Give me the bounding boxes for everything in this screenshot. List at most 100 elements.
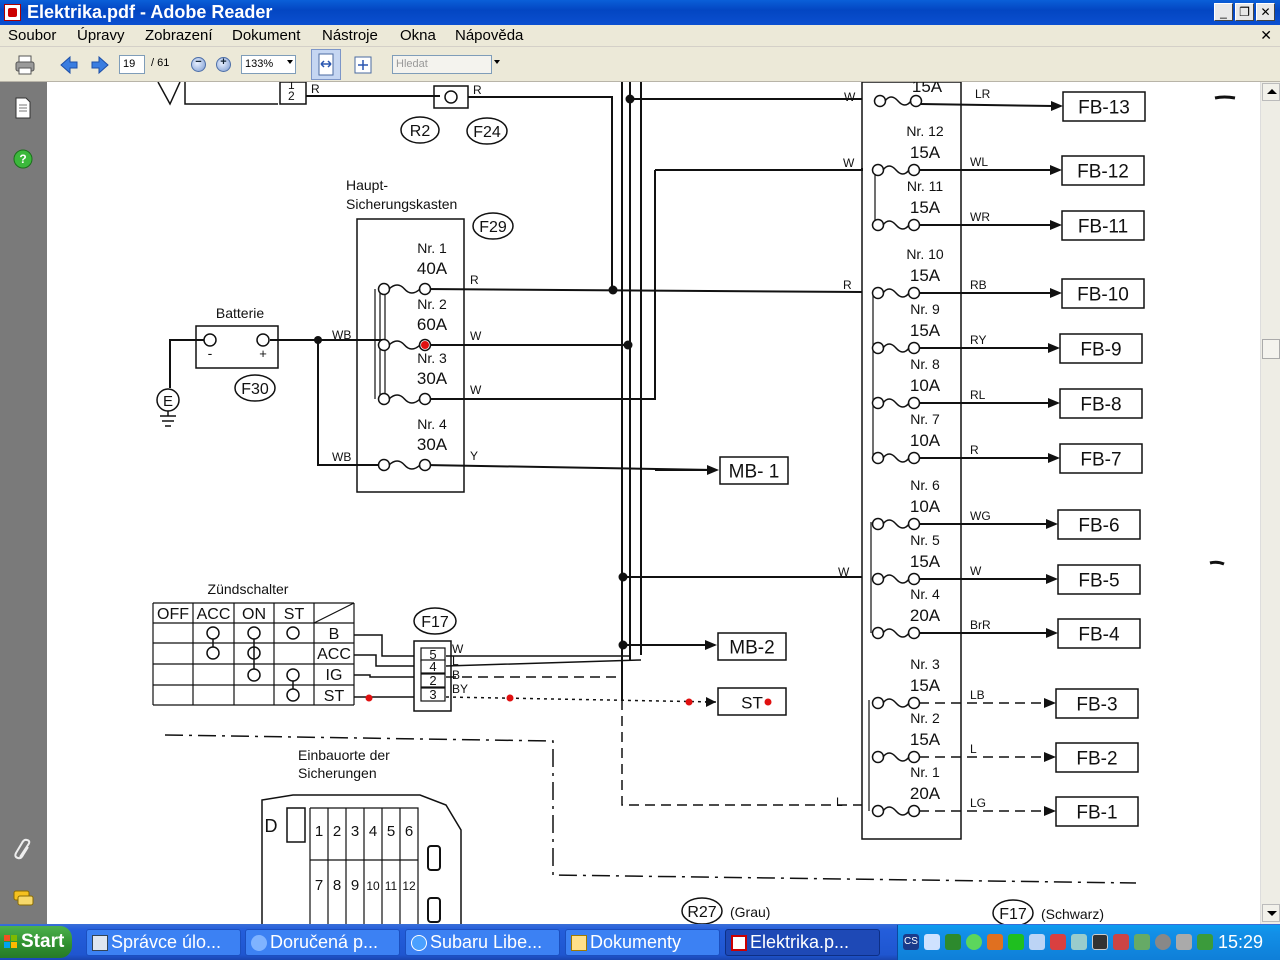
task-elektrika[interactable]: Elektrika.p... [725,929,880,956]
messenger-icon[interactable] [966,934,982,950]
usb-icon[interactable] [1176,934,1192,950]
ground-label: E [163,393,173,410]
toolbar: 19 / 61 − + 133% Hledat [0,47,1280,82]
right-fuse-rating: 15A [910,552,941,571]
bluetooth-icon[interactable] [1071,934,1087,950]
safely-remove-icon[interactable] [1197,934,1213,950]
wire-color-wb: WB [332,450,351,464]
box-fb-2: FB-2 [1076,749,1117,770]
pages-icon[interactable] [12,96,34,120]
f17-pin-number: 3 [429,687,436,702]
scroll-up-button[interactable] [1262,83,1280,101]
menu-soubor[interactable]: Soubor [8,27,56,44]
right-fuse-2-element [882,220,910,230]
volume-icon[interactable] [987,934,1003,950]
right-fuse-3-terminal [871,286,885,300]
fit-width-button[interactable] [311,49,341,80]
f17-pin-wire: L [452,654,459,668]
box-fb-8: FB-8 [1080,395,1121,416]
next-page-icon[interactable] [89,54,111,76]
main-fuse-wire: W [470,329,482,343]
search-tray-icon[interactable] [1029,934,1045,950]
mb1-wire-arrowhead [707,465,719,475]
task-subaru[interactable]: Subaru Libe... [405,929,560,956]
zoom-out-button[interactable]: − [191,56,206,72]
menu-okna[interactable]: Okna [400,27,436,44]
disk-icon[interactable] [1155,934,1171,950]
red-marker [764,698,772,706]
nvidia-icon[interactable] [1134,934,1150,950]
right-fuse-9-terminal [907,626,921,640]
task-label: Správce úlo... [111,932,222,952]
box-st: ST [741,694,763,713]
zoom-dropdown-icon[interactable] [287,60,293,64]
search-input[interactable]: Hledat [392,55,492,74]
print-icon[interactable] [14,54,36,76]
device-icon[interactable] [1092,934,1108,950]
task-dokumenty[interactable]: Dokumenty [565,929,720,956]
page-number-input[interactable]: 19 [119,55,145,74]
search-dropdown-icon[interactable] [494,60,500,64]
minimize-button[interactable]: _ [1214,3,1233,21]
fuse-slot-number: 9 [351,877,359,894]
document-view[interactable]: 2 1 R R R2 F24 15A Haupt- Sicherungskasten F29 Nr.… [47,82,1260,924]
right-fuse-nr: Nr. 1 [910,764,940,780]
help-icon[interactable]: ? [12,148,34,170]
scroll-down-button[interactable] [1262,904,1280,922]
f17-pin-number: 2 [429,673,436,688]
menu-nastroje[interactable]: Nástroje [322,27,378,44]
right-fuse-8-element [882,574,910,584]
right-fuse-3-element [882,288,910,298]
task-label: Doručená p... [270,932,379,952]
connector-f17: F17 [421,614,449,631]
ignition-diagonal [313,602,355,624]
language-indicator[interactable]: CS [903,934,919,950]
document-close-button[interactable]: ✕ [1260,27,1272,44]
scan-mark [1214,95,1236,100]
zoom-in-button[interactable]: + [216,56,231,72]
location-clip [427,845,441,871]
task-spravce-uloh[interactable]: Správce úlo... [86,929,241,956]
mail-icon [251,935,267,951]
right-fuse-rating: 15A [910,198,941,217]
adobe-reader-window: Elektrika.pdf - Adobe Reader _ ❐ ✕ Soubo… [0,0,1280,960]
red-marker [421,341,429,349]
right-fuse-6-terminal [907,451,921,465]
fit-page-icon[interactable] [352,54,374,76]
red-marker [506,694,514,702]
right-fuse-nr: Nr. 5 [910,532,940,548]
main-fuse-wire: W [470,383,482,397]
previous-page-icon[interactable] [58,54,80,76]
right-fuse-output-arrowhead [1044,752,1056,762]
green-tray-icon[interactable] [945,934,961,950]
fuse-slot-number: 12 [402,879,416,893]
pdf-icon [731,935,747,951]
vertical-scrollbar[interactable] [1260,82,1280,924]
right-fuse-10-element [882,698,910,708]
menu-napoveda[interactable]: Nápověda [455,27,523,44]
right-fuse-13-terminal [873,94,887,108]
right-fuse-4-terminal [871,341,885,355]
zoom-level-select[interactable]: 133% [241,55,296,74]
main-fuse-2-terminal [377,338,391,352]
menu-dokument[interactable]: Dokument [232,27,300,44]
start-button[interactable]: Start [0,926,72,958]
right-fuse-13-element [884,96,912,106]
play-icon[interactable] [1008,934,1024,950]
menu-bar: Soubor Úpravy Zobrazení Dokument Nástroj… [0,25,1280,47]
menu-zobrazeni[interactable]: Zobrazení [145,27,213,44]
main-fuse-3-terminal [377,392,391,406]
attachments-icon[interactable] [12,837,34,861]
network-icon[interactable] [924,934,940,950]
menu-upravy[interactable]: Úpravy [77,27,125,44]
comments-icon[interactable] [12,888,34,908]
ignition-title: Zündschalter [208,581,289,597]
maximize-button[interactable]: ❐ [1235,3,1254,21]
scroll-thumb[interactable] [1262,339,1280,359]
task-dorucena-posta[interactable]: Doručená p... [245,929,400,956]
close-button[interactable]: ✕ [1256,3,1275,21]
right-fuse-wire: WL [970,155,988,169]
colorful-tray-icon[interactable] [1113,934,1129,950]
security-icon[interactable] [1050,934,1066,950]
main-fuse-rating: 30A [417,435,448,454]
